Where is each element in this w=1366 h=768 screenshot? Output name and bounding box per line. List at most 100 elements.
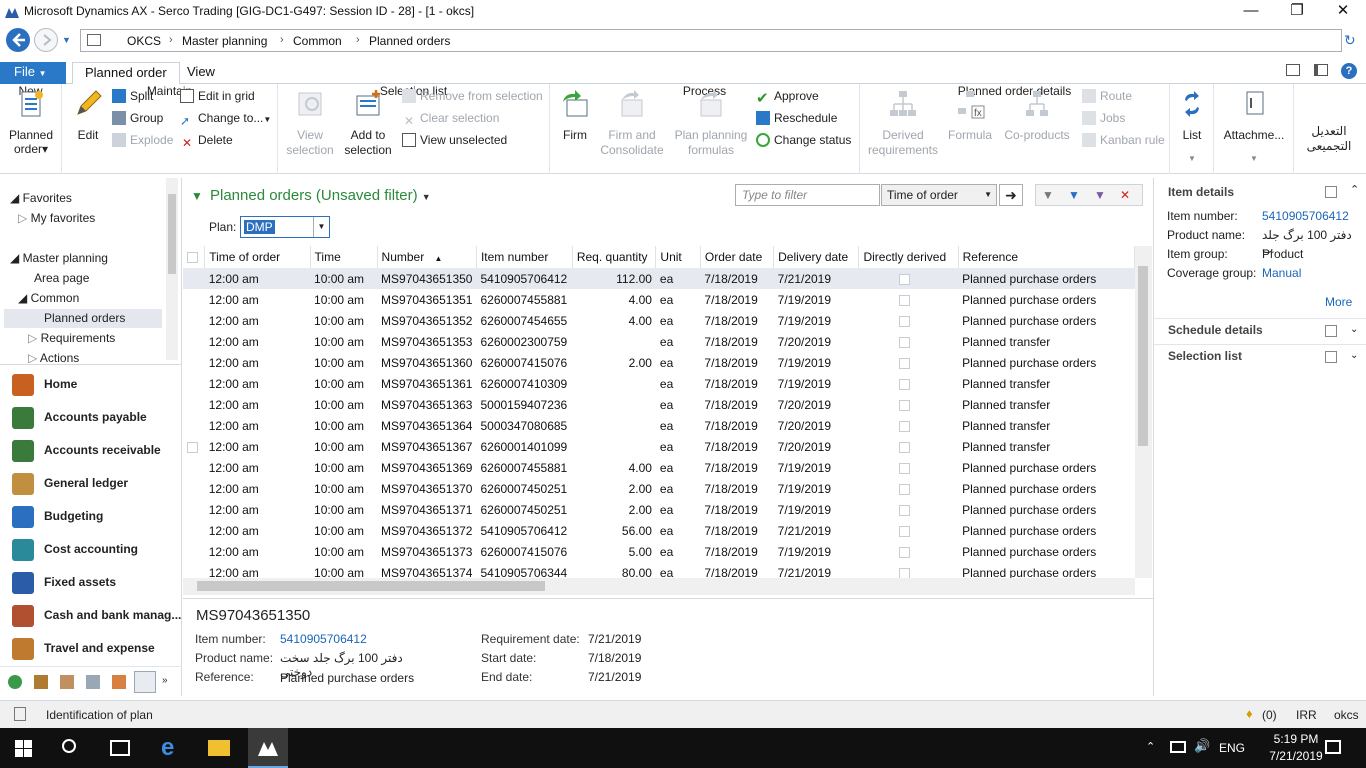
table-cell[interactable] bbox=[572, 331, 656, 352]
directly-derived-checkbox[interactable] bbox=[859, 289, 958, 310]
module-budgeting[interactable]: Budgeting bbox=[8, 500, 178, 533]
checkbox[interactable] bbox=[898, 273, 910, 285]
table-cell[interactable]: 6260007454655 bbox=[476, 310, 572, 331]
table-cell[interactable]: ea bbox=[656, 373, 700, 394]
table-cell[interactable]: 12:00 am bbox=[205, 289, 310, 310]
edit-in-grid-button[interactable]: Edit in grid bbox=[180, 87, 255, 107]
table-row[interactable]: 12:00 am 10:00 am MS97043651364 50003470806… bbox=[183, 415, 1135, 436]
table-cell[interactable]: 5410905706412 bbox=[476, 520, 572, 541]
factbox-options-icon[interactable] bbox=[1325, 351, 1337, 363]
table-row[interactable]: 12:00 am 10:00 am MS97043651350 54109057064… bbox=[183, 268, 1135, 289]
derived-requirements-button[interactable]: Derived requirements bbox=[866, 88, 940, 158]
directly-derived-checkbox[interactable] bbox=[859, 457, 958, 478]
table-cell[interactable]: 5000347080685 bbox=[476, 415, 572, 436]
clear-selection-button[interactable]: ✕ Clear selection bbox=[402, 109, 499, 129]
table-cell[interactable]: 10:00 am bbox=[310, 310, 377, 331]
directly-derived-checkbox[interactable] bbox=[858, 268, 959, 289]
module-general-ledger[interactable]: General ledger bbox=[8, 467, 178, 500]
table-cell[interactable]: 7/21/2019 bbox=[774, 520, 859, 541]
search-icon[interactable] bbox=[62, 739, 76, 753]
filter-field-select[interactable]: Time of order ▼ bbox=[881, 184, 997, 206]
table-cell[interactable]: 12:00 am bbox=[205, 415, 310, 436]
factbox-options-icon[interactable] bbox=[1325, 186, 1337, 198]
nav-common[interactable]: ◢ Common bbox=[18, 291, 79, 305]
filter-input[interactable]: Type to filter bbox=[735, 184, 880, 206]
view-unselected-button[interactable]: View unselected bbox=[402, 131, 507, 151]
column-header[interactable]: Time of order bbox=[204, 246, 311, 268]
row-selector[interactable] bbox=[183, 352, 205, 373]
factbox-options-icon[interactable] bbox=[1325, 325, 1337, 337]
jobs-button[interactable]: Jobs bbox=[1082, 109, 1125, 129]
table-cell[interactable]: 12:00 am bbox=[205, 457, 310, 478]
table-cell[interactable]: MS97043651370 bbox=[377, 478, 476, 499]
breadcrumb-okcs[interactable]: OKCS bbox=[127, 34, 161, 48]
grid-hscroll-thumb[interactable] bbox=[197, 581, 545, 591]
add-to-selection-button[interactable]: Add to selection bbox=[340, 88, 396, 158]
preview-item-number-link[interactable]: 5410905706412 bbox=[280, 632, 367, 646]
table-cell[interactable]: 7/18/2019 bbox=[700, 331, 773, 352]
network-icon[interactable] bbox=[1170, 741, 1186, 753]
table-cell[interactable]: 6260007455881 bbox=[476, 289, 572, 310]
table-cell[interactable]: 7/18/2019 bbox=[700, 352, 773, 373]
table-cell[interactable]: Planned purchase orders bbox=[958, 289, 1134, 310]
table-cell[interactable]: 7/18/2019 bbox=[700, 415, 773, 436]
table-cell[interactable]: 4.00 bbox=[572, 289, 656, 310]
table-cell[interactable]: MS97043651369 bbox=[377, 457, 476, 478]
row-selector[interactable] bbox=[183, 478, 205, 499]
module-fixed-assets[interactable]: Fixed assets bbox=[8, 566, 178, 599]
document-icon[interactable] bbox=[112, 675, 126, 689]
row-selector[interactable] bbox=[183, 310, 205, 331]
table-cell[interactable]: 10:00 am bbox=[310, 394, 377, 415]
table-cell[interactable]: 7/18/2019 bbox=[700, 520, 773, 541]
table-row[interactable]: 12:00 am 10:00 am MS97043651361 62600074103… bbox=[183, 373, 1135, 394]
kanban-rule-button[interactable]: Kanban rule bbox=[1082, 131, 1165, 151]
remove-filter-icon[interactable]: ✕ bbox=[1120, 188, 1130, 202]
firm-and-consolidate-button[interactable]: Firm and Consolidate bbox=[596, 88, 668, 158]
nav-requirements[interactable]: ▷ Requirements bbox=[28, 331, 115, 345]
table-cell[interactable]: Planned transfer bbox=[958, 394, 1134, 415]
table-row[interactable]: 12:00 am 10:00 am MS97043651352 62600074546… bbox=[183, 310, 1135, 331]
item-details-header[interactable]: Item details bbox=[1168, 185, 1234, 199]
firm-button[interactable]: Firm bbox=[554, 88, 596, 143]
table-cell[interactable]: MS97043651350 bbox=[377, 268, 477, 289]
table-cell[interactable]: 7/19/2019 bbox=[774, 499, 859, 520]
change-to-button[interactable]: ➚ Change to...▼ bbox=[180, 109, 271, 129]
table-cell[interactable]: 7/18/2019 bbox=[700, 373, 773, 394]
checkbox[interactable] bbox=[898, 420, 910, 432]
table-row[interactable]: 12:00 am 10:00 am MS97043651351 62600074558… bbox=[183, 289, 1135, 310]
table-cell[interactable]: 12:00 am bbox=[205, 310, 310, 331]
table-cell[interactable]: 10:00 am bbox=[310, 478, 377, 499]
table-cell[interactable]: 4.00 bbox=[572, 310, 656, 331]
table-cell[interactable]: ea bbox=[656, 289, 700, 310]
table-cell[interactable]: MS97043651352 bbox=[377, 310, 476, 331]
table-row[interactable]: 12:00 am 10:00 am MS97043651363 50001594072… bbox=[183, 394, 1135, 415]
checkbox[interactable] bbox=[898, 441, 910, 453]
attachments-button[interactable]: Attachme... ▼ bbox=[1218, 88, 1290, 166]
grid-vertical-scrollbar[interactable] bbox=[1135, 246, 1152, 578]
nav-planned-orders[interactable]: Planned orders bbox=[44, 311, 125, 325]
table-cell[interactable]: 2.00 bbox=[572, 352, 656, 373]
table-cell[interactable]: 7/18/2019 bbox=[700, 289, 773, 310]
table-row[interactable]: 12:00 am 10:00 am MS97043651353 62600023007… bbox=[183, 331, 1135, 352]
module-travel-and-expense[interactable]: Travel and expense bbox=[8, 632, 178, 665]
directly-derived-checkbox[interactable] bbox=[859, 373, 958, 394]
table-cell[interactable]: 12:00 am bbox=[205, 352, 310, 373]
module-accounts-receivable[interactable]: Accounts receivable bbox=[8, 434, 178, 467]
directly-derived-checkbox[interactable] bbox=[859, 331, 958, 352]
table-cell[interactable]: Planned transfer bbox=[958, 415, 1134, 436]
checkbox[interactable] bbox=[898, 399, 910, 411]
table-cell[interactable]: 10:00 am bbox=[310, 520, 377, 541]
table-cell[interactable]: 5410905706412 bbox=[476, 268, 573, 289]
column-header[interactable]: Order date bbox=[700, 246, 775, 268]
table-cell[interactable]: 12:00 am bbox=[205, 520, 310, 541]
checkbox[interactable] bbox=[898, 546, 910, 558]
notifications-icon[interactable] bbox=[1325, 740, 1341, 754]
table-cell[interactable]: Planned purchase orders bbox=[958, 478, 1134, 499]
row-selector[interactable] bbox=[183, 373, 205, 394]
schedule-details-header[interactable]: Schedule details bbox=[1168, 323, 1263, 337]
table-cell[interactable]: 12:00 am bbox=[205, 394, 310, 415]
table-row[interactable]: 12:00 am 10:00 am MS97043651360 62600074150… bbox=[183, 352, 1135, 373]
table-row[interactable]: 12:00 am 10:00 am MS97043651372 54109057064… bbox=[183, 520, 1135, 541]
restore-button[interactable]: ❐ bbox=[1274, 0, 1320, 24]
table-cell[interactable]: 6260007450251 bbox=[476, 499, 572, 520]
